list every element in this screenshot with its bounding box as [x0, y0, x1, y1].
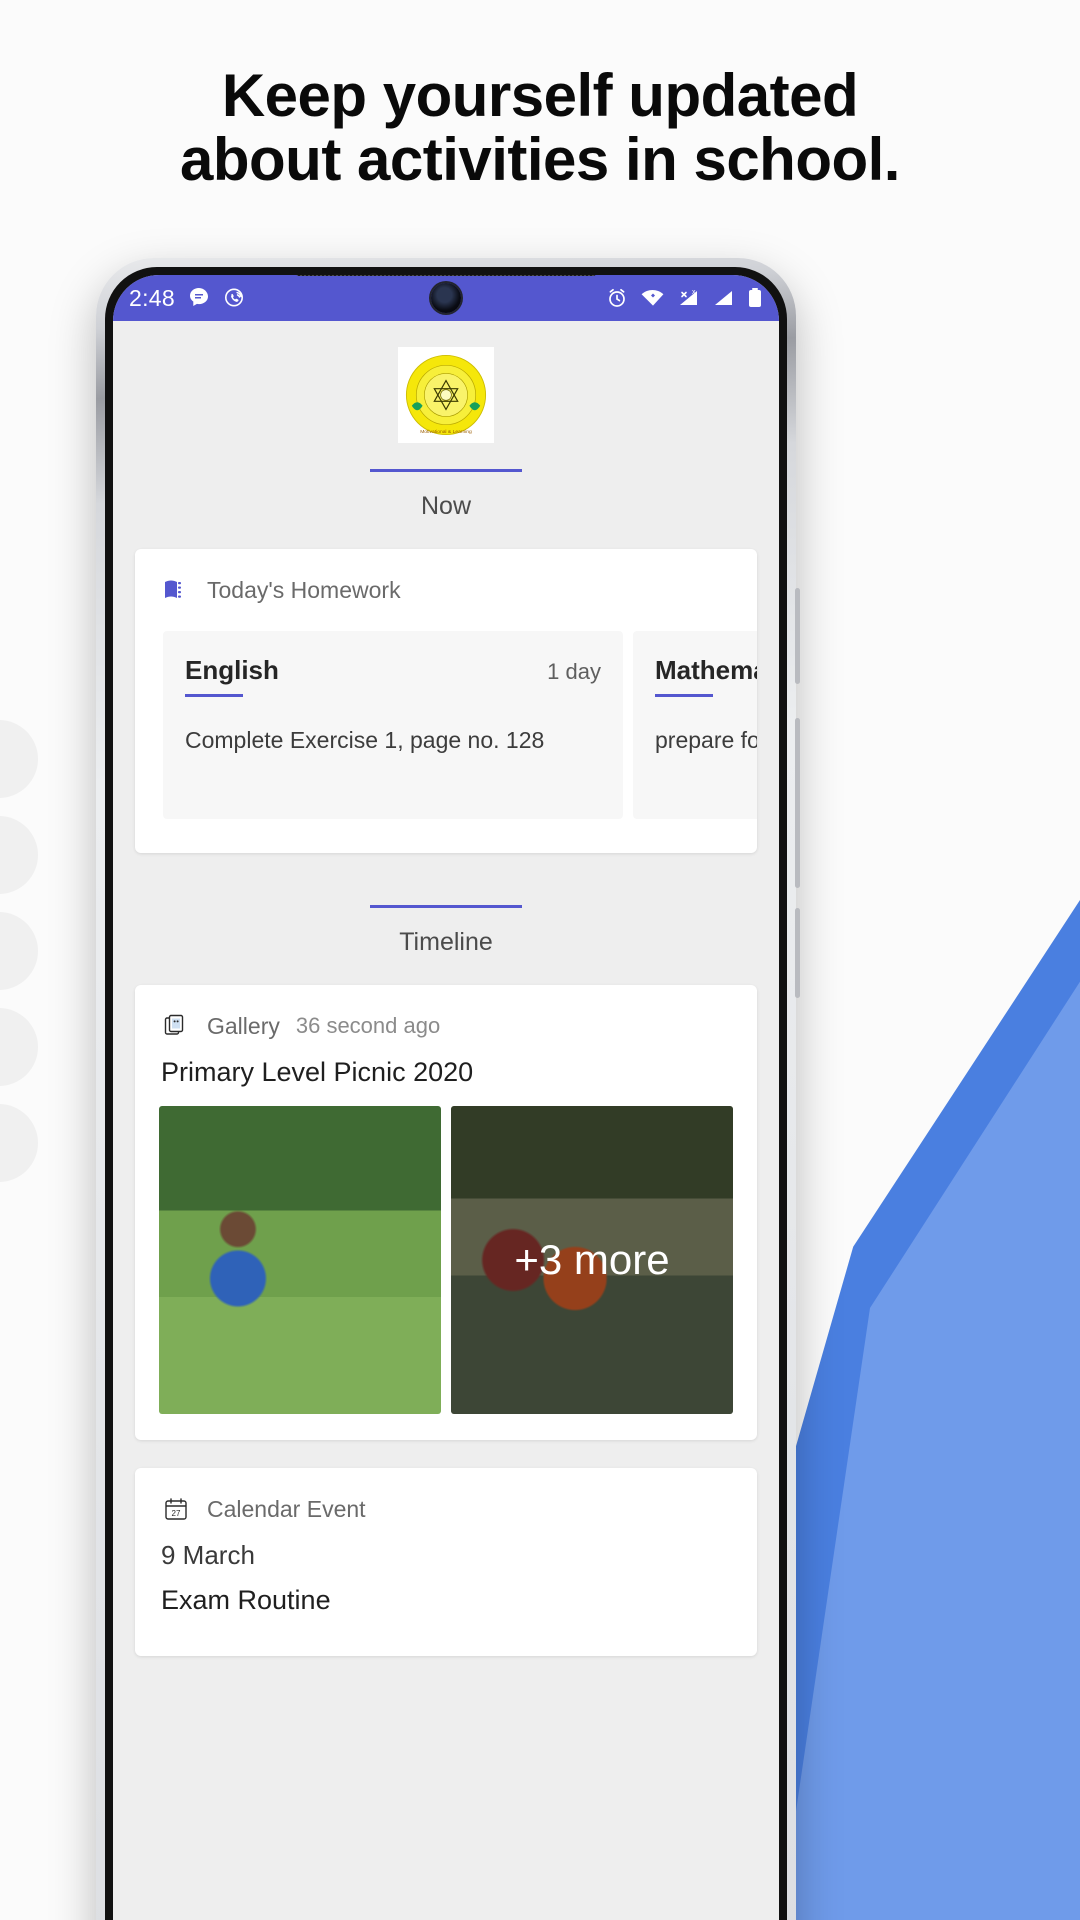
phone-screen: 2:48 x Motivational & Learning Now Today… [113, 275, 779, 1920]
homework-subject-underline [185, 694, 243, 697]
gallery-timestamp: 36 second ago [295, 1013, 441, 1038]
tab-now[interactable]: Now [113, 469, 779, 521]
gallery-source-label: Gallery [207, 1012, 280, 1039]
homework-list[interactable]: English 1 day Complete Exercise 1, page … [135, 605, 757, 853]
phone-mockup: 2:48 x Motivational & Learning Now Today… [96, 258, 800, 1920]
svg-text:Motivational & Learning: Motivational & Learning [420, 429, 472, 435]
viber-call-icon [223, 286, 247, 310]
battery-icon [747, 286, 763, 310]
homework-subject-underline [655, 694, 713, 697]
homework-card-title: Today's Homework [207, 576, 401, 603]
tab-timeline-underline [370, 905, 522, 908]
tab-timeline[interactable]: Timeline [113, 905, 779, 957]
status-bar-time: 2:48 [129, 284, 175, 311]
calendar-event-card[interactable]: 27 Calendar Event 9 March Exam Routine [135, 1468, 757, 1656]
page-headline: Keep yourself updated about activities i… [0, 64, 1080, 191]
gallery-image[interactable] [159, 1106, 441, 1414]
tab-timeline-label: Timeline [399, 928, 493, 956]
homework-subject: English [185, 655, 279, 685]
calendar-icon: 27 [161, 1494, 191, 1524]
promo-screen: Keep yourself updated about activities i… [0, 0, 1080, 1920]
signal-x-icon: x [677, 286, 701, 310]
svg-text:27: 27 [172, 1509, 181, 1518]
tab-now-underline [370, 469, 522, 472]
headline-line-2: about activities in school. [180, 125, 900, 193]
homework-item[interactable]: Mathematics prepare for te [633, 631, 757, 819]
todays-homework-card[interactable]: Today's Homework English 1 day Complete … [135, 549, 757, 853]
homework-due: 1 day [547, 659, 601, 684]
gallery-post-title: Primary Level Picnic 2020 [161, 1057, 474, 1087]
calendar-event-date: 9 March [161, 1540, 255, 1570]
calendar-event-name: Exam Routine [161, 1585, 331, 1615]
tab-now-label: Now [420, 492, 471, 520]
phone-side-button-3[interactable] [795, 908, 800, 998]
calendar-source-label: Calendar Event [207, 1495, 366, 1522]
phone-side-button-1[interactable] [795, 588, 800, 684]
homework-item[interactable]: English 1 day Complete Exercise 1, page … [163, 631, 623, 819]
homework-description: Complete Exercise 1, page no. 128 [185, 727, 545, 753]
background-dots [0, 720, 38, 1200]
app-content: Motivational & Learning Now Today's Home… [113, 321, 779, 1920]
alarm-icon [605, 286, 629, 310]
homework-description: prepare for te [655, 727, 757, 753]
earpiece-speaker [296, 275, 596, 276]
gallery-icon [161, 1011, 191, 1041]
school-logo: Motivational & Learning [398, 347, 494, 443]
phone-side-button-2[interactable] [795, 718, 800, 888]
gallery-thumbnails: +3 more [135, 1088, 757, 1440]
gallery-image[interactable]: +3 more [451, 1106, 733, 1414]
front-camera-cutout [431, 283, 461, 313]
headline-line-1: Keep yourself updated [221, 62, 859, 129]
gallery-more-overlay[interactable]: +3 more [451, 1106, 733, 1414]
message-icon [187, 286, 211, 310]
gallery-post-card[interactable]: Gallery 36 second ago Primary Level Picn… [135, 985, 757, 1440]
svg-text:x: x [692, 289, 696, 296]
homework-subject: Mathematics [655, 655, 757, 685]
book-icon [161, 575, 191, 605]
status-bar: 2:48 x [113, 275, 779, 321]
wifi-icon [640, 286, 666, 310]
signal-icon [712, 286, 736, 310]
